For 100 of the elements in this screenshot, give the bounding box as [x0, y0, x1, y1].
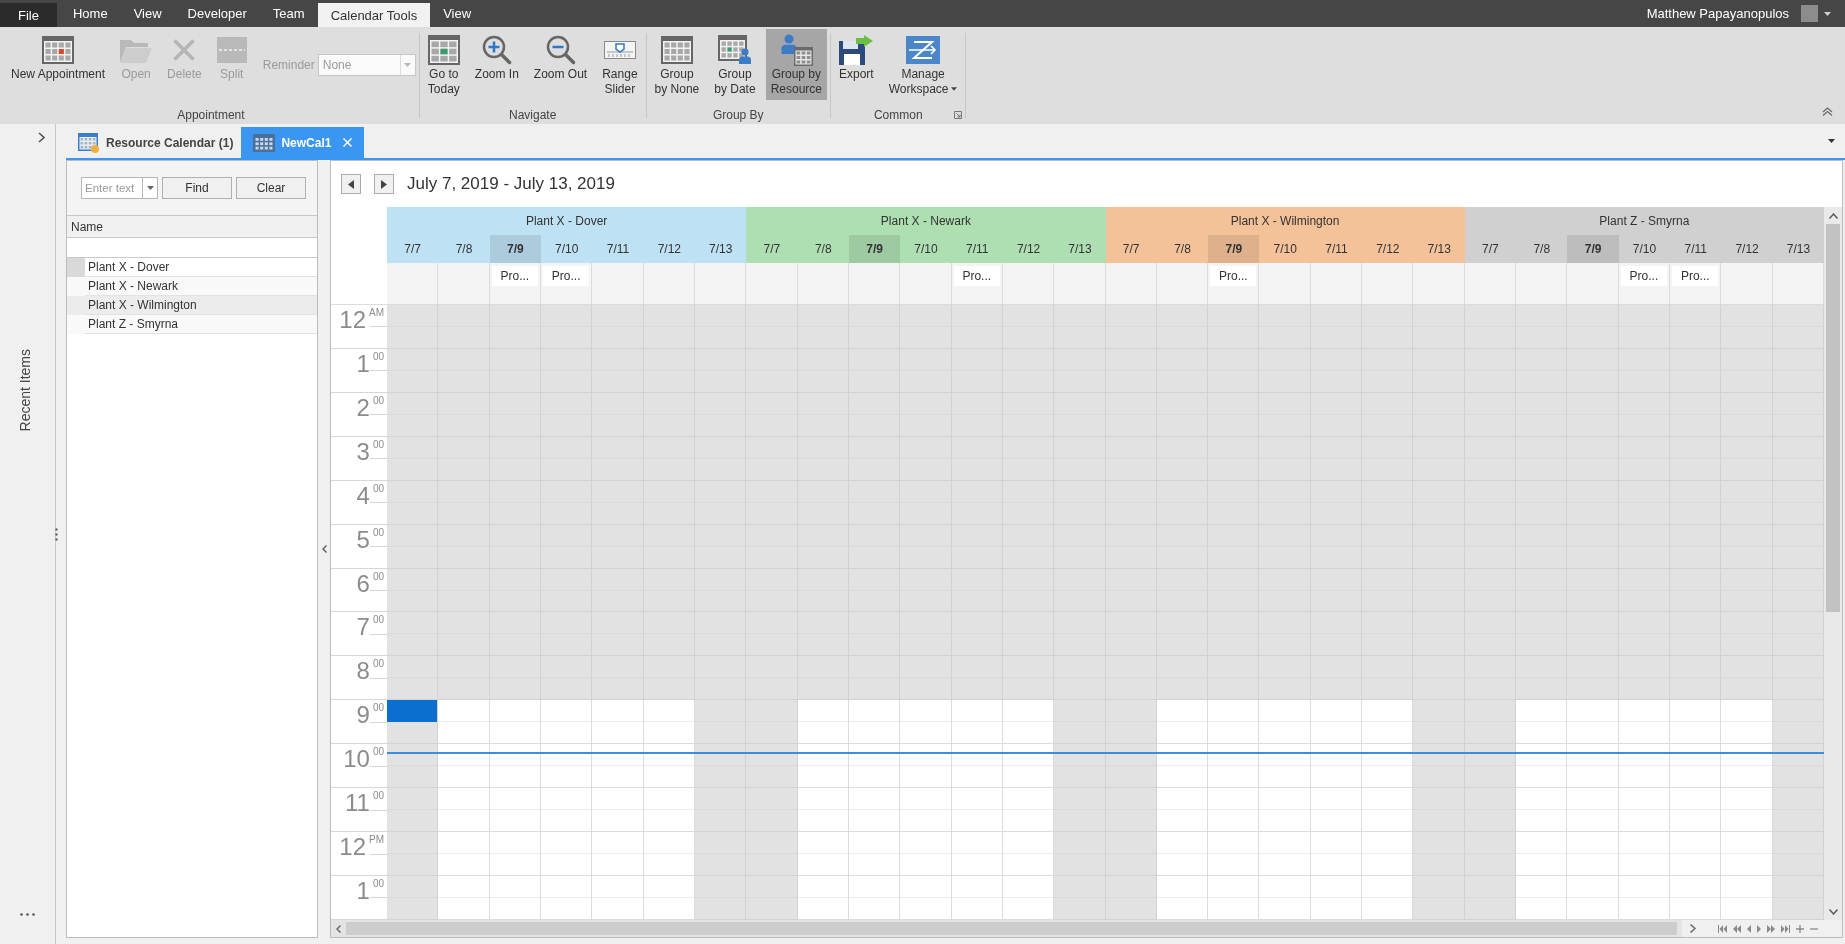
- all-day-cell[interactable]: [694, 263, 747, 305]
- scroll-up-icon[interactable]: [1828, 212, 1838, 219]
- ribbon-button[interactable]: New Appointment: [6, 29, 111, 100]
- ribbon-button[interactable]: Group by None: [649, 29, 705, 100]
- previous-icon[interactable]: [1747, 924, 1751, 933]
- all-day-cell[interactable]: [1772, 263, 1825, 305]
- ribbon-button[interactable]: Group by Date: [709, 29, 761, 100]
- appointment[interactable]: Pro...: [1672, 266, 1719, 286]
- time-slot[interactable]: [387, 744, 439, 789]
- horizontal-scrollbar[interactable]: [331, 920, 1682, 937]
- vertical-scrollbar[interactable]: [1824, 207, 1842, 920]
- ribbon-button[interactable]: Range Slider: [597, 29, 643, 100]
- column-header[interactable]: Name: [67, 216, 317, 238]
- resource-row[interactable]: Plant X - Dover: [67, 258, 317, 277]
- scroll-left-icon[interactable]: [336, 924, 341, 933]
- all-day-cell[interactable]: [438, 263, 490, 305]
- all-day-cell[interactable]: Pro...: [1670, 263, 1722, 305]
- dialog-launcher-icon[interactable]: [954, 111, 963, 119]
- next-icon[interactable]: [1757, 924, 1761, 933]
- all-day-cell[interactable]: [1721, 263, 1773, 305]
- appointment[interactable]: Pro...: [1620, 266, 1668, 286]
- time-slot[interactable]: [1259, 744, 1311, 789]
- next-button[interactable]: [374, 174, 394, 194]
- time-slot[interactable]: [438, 744, 490, 789]
- all-day-cell[interactable]: [1516, 263, 1568, 305]
- time-slot[interactable]: [1413, 744, 1465, 789]
- time-slot[interactable]: [797, 744, 849, 789]
- time-slot[interactable]: [1105, 744, 1157, 789]
- appointment[interactable]: Pro...: [543, 266, 590, 286]
- file-tab[interactable]: File: [0, 3, 57, 27]
- time-slot[interactable]: [1772, 744, 1825, 789]
- time-slot[interactable]: [1516, 744, 1568, 789]
- time-slot[interactable]: [1721, 744, 1773, 789]
- time-slot[interactable]: [951, 744, 1003, 789]
- caret-down-icon[interactable]: [1828, 139, 1835, 143]
- all-day-cell[interactable]: [900, 263, 952, 305]
- remove-icon[interactable]: [1810, 927, 1818, 930]
- menu-tab[interactable]: View: [430, 0, 485, 27]
- time-slot[interactable]: [1464, 744, 1517, 789]
- all-day-cell[interactable]: [592, 263, 644, 305]
- time-slot[interactable]: [848, 744, 901, 789]
- all-day-cell[interactable]: [387, 263, 439, 305]
- time-slot[interactable]: [1054, 744, 1106, 789]
- previous-button[interactable]: [341, 174, 361, 194]
- panel-button[interactable]: Clear: [236, 177, 306, 199]
- time-slot[interactable]: [1156, 744, 1209, 789]
- first-icon[interactable]: [1718, 924, 1727, 933]
- close-icon[interactable]: [343, 138, 353, 147]
- more-icon[interactable]: [20, 913, 35, 916]
- ribbon-button[interactable]: Manage Workspace: [883, 29, 963, 100]
- all-day-cell[interactable]: [643, 263, 695, 305]
- scrollbar-thumb[interactable]: [1826, 224, 1840, 612]
- time-slot[interactable]: [900, 744, 952, 789]
- all-day-cell[interactable]: [1362, 263, 1414, 305]
- all-day-cell[interactable]: [797, 263, 849, 305]
- all-day-cell[interactable]: [1105, 263, 1157, 305]
- all-day-cell[interactable]: [1002, 263, 1055, 305]
- menu-tab[interactable]: Calendar Tools: [317, 3, 431, 27]
- all-day-cell[interactable]: [1259, 263, 1311, 305]
- time-slot[interactable]: [387, 700, 439, 745]
- time-slot[interactable]: [694, 744, 747, 789]
- all-day-cell[interactable]: Pro...: [541, 263, 593, 305]
- appointment[interactable]: Pro...: [953, 266, 1000, 286]
- all-day-cell[interactable]: [1310, 263, 1363, 305]
- caret-down-icon[interactable]: [1824, 11, 1831, 16]
- user-name[interactable]: Matthew Papayanopulos: [1646, 3, 1789, 24]
- last-icon[interactable]: [1781, 924, 1790, 933]
- panel-button[interactable]: Find: [162, 177, 232, 199]
- chevron-left-icon[interactable]: [321, 545, 327, 553]
- appointment[interactable]: Pro...: [491, 266, 538, 286]
- time-slot[interactable]: [746, 744, 798, 789]
- time-slot[interactable]: [592, 744, 644, 789]
- ribbon-button[interactable]: Group by Resource: [765, 29, 827, 100]
- menu-tab[interactable]: View: [120, 0, 175, 27]
- time-slot[interactable]: [541, 744, 593, 789]
- resource-row[interactable]: Plant X - Newark: [67, 277, 317, 296]
- ribbon-button[interactable]: Export: [834, 29, 879, 100]
- avatar-placeholder[interactable]: [1801, 5, 1818, 22]
- resource-row[interactable]: Plant Z - Smyrna: [67, 315, 317, 334]
- all-day-cell[interactable]: [1464, 263, 1517, 305]
- appointment[interactable]: Pro...: [1210, 266, 1257, 286]
- dropdown-button[interactable]: [142, 177, 158, 199]
- next-page-icon[interactable]: [1767, 924, 1775, 933]
- all-day-cell[interactable]: [1413, 263, 1465, 305]
- time-slot[interactable]: [1618, 744, 1671, 789]
- scroll-down-icon[interactable]: [1828, 908, 1838, 915]
- menu-tab[interactable]: Team: [259, 0, 318, 27]
- time-slot[interactable]: [643, 744, 695, 789]
- time-slot[interactable]: [387, 656, 439, 701]
- time-slot[interactable]: [1567, 744, 1619, 789]
- all-day-cell[interactable]: Pro...: [1618, 263, 1671, 305]
- search-field[interactable]: Enter text: [81, 177, 142, 199]
- menu-tab[interactable]: Developer: [174, 0, 260, 27]
- all-day-cell[interactable]: [746, 263, 798, 305]
- all-day-cell[interactable]: [1054, 263, 1106, 305]
- all-day-cell[interactable]: Pro...: [489, 263, 541, 305]
- time-slot[interactable]: [1002, 744, 1055, 789]
- menu-tab[interactable]: Home: [59, 0, 121, 27]
- collapse-chevron-icon[interactable]: [1822, 107, 1833, 116]
- scroll-right-icon[interactable]: [1690, 924, 1696, 933]
